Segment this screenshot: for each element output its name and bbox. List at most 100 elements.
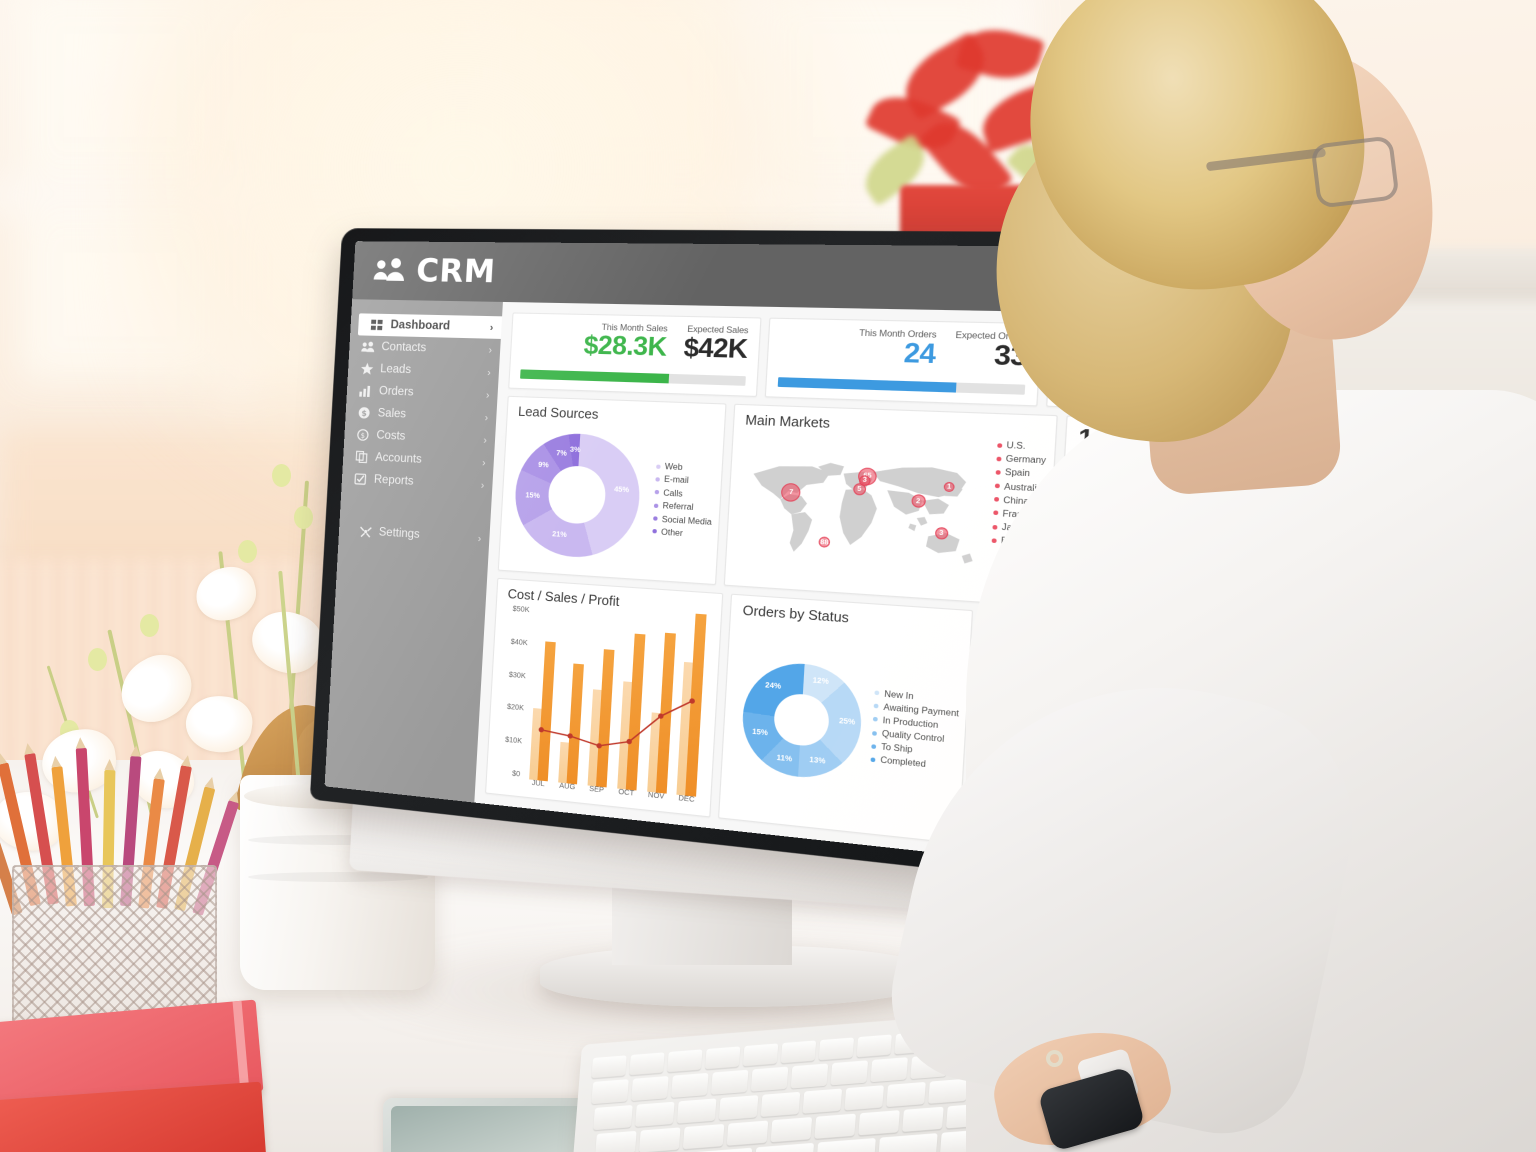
keyboard-key[interactable] [693,1148,753,1152]
keyboard-key[interactable] [791,1064,829,1089]
keyboard-key[interactable] [639,1127,681,1152]
keyboard-key[interactable] [771,1117,813,1142]
phone-screen [391,1106,605,1152]
map-marker[interactable]: 7 [781,482,801,501]
bar-chart-icon [358,384,372,398]
sidebar-item-label: Contacts [381,341,426,354]
x-tick-label: AUG [555,782,579,798]
slice-label: 9% [538,462,549,470]
person-using-computer [846,0,1536,1152]
sidebar: Dashboard › Contacts › Leads › Orders › … [325,299,503,802]
legend-item[interactable]: Social Media [653,514,712,527]
keyboard-key[interactable] [667,1049,702,1072]
legend-item[interactable]: E-mail [655,474,714,486]
keyboard-key[interactable] [803,1088,843,1113]
sidebar-item-label: Reports [374,474,414,488]
lead-sources-donut[interactable]: 45% 21% 15% 9% 7% 3% [512,431,643,560]
people-group-icon [372,257,407,284]
legend-color-dot [655,477,660,481]
legend-item[interactable]: Calls [654,488,713,501]
keyboard-key[interactable] [591,1079,629,1104]
profit-line [524,607,712,799]
y-tick-label: $10K [495,736,522,746]
legend-item[interactable]: Referral [654,501,713,514]
kpi-card-sales[interactable]: This Month Sales $28.3K Expected Sales $… [508,312,761,397]
kpi-value: $42K [683,334,748,363]
x-tick-label: JUL [526,779,549,795]
keyboard-key[interactable] [719,1095,759,1120]
grid-icon [370,318,384,331]
glasses-lens [1310,135,1399,209]
svg-text:$: $ [360,431,365,439]
legend-color-dot [654,503,659,507]
chevron-right-icon: › [486,389,490,400]
keyboard-key[interactable] [677,1098,717,1123]
keyboard-key[interactable] [727,1120,769,1145]
slice-label: 11% [776,754,792,763]
sales-progress-bar [520,369,746,385]
legend-color-dot [653,516,658,520]
keyboard-key[interactable] [683,1124,725,1149]
keyboard-key[interactable] [635,1102,675,1127]
panel-lead-sources: Lead Sources 45% 21% 15% 9% 7% 3% Web E-mail Ca… [498,396,727,585]
legend-label: Other [661,527,683,538]
slice-label: 24% [765,682,781,691]
x-tick-label: SEP [584,785,608,801]
map-marker[interactable]: 88 [818,536,830,548]
y-tick-label: $40K [501,638,528,647]
legend-color-dot [656,464,661,468]
sidebar-item-label: Leads [380,363,411,376]
y-tick-label: $50K [503,605,530,614]
legend-label: E-mail [664,475,689,486]
keyboard-key[interactable] [781,1040,816,1063]
legend-label: Social Media [662,514,712,526]
chevron-right-icon: › [482,457,486,468]
pot-ring [248,872,428,882]
slice-label: 7% [556,450,567,458]
dollar-circle-icon: $ [357,406,371,420]
keyboard-key[interactable] [705,1046,740,1069]
panel-cost-sales-profit: Cost / Sales / Profit $50K $40K $30K $20K $1… [485,578,724,818]
expected-sales: Expected Sales $42K [683,324,749,363]
sidebar-item-label: Sales [377,407,406,420]
chevron-right-icon: › [487,367,491,378]
keyboard-key[interactable] [743,1043,778,1066]
keyboard-key[interactable] [631,1076,669,1101]
kpi-value: $28.3K [583,332,667,361]
sidebar-item-label: Accounts [375,452,422,466]
legend-label: Referral [662,501,693,512]
legend-item[interactable]: Other [652,527,711,540]
keyboard-key[interactable] [755,1143,815,1152]
slice-label: 12% [812,677,828,686]
slice-label: 3% [570,447,581,455]
slice-label: 15% [525,493,540,501]
slice-label: 21% [552,531,567,539]
svg-text:$: $ [361,409,367,418]
x-tick-label: DEC [674,794,699,810]
keyboard-key[interactable] [593,1105,633,1130]
keyboard-key[interactable] [751,1067,789,1092]
keyboard-key[interactable] [671,1073,709,1098]
legend-label: Calls [663,488,683,499]
keyboard-key[interactable] [761,1092,801,1117]
legend-label: Web [665,462,683,472]
wrench-icon [358,525,372,539]
chevron-right-icon: › [484,412,488,423]
y-tick-label: $20K [497,703,524,713]
keyboard-key[interactable] [591,1055,626,1078]
keyboard-key[interactable] [595,1131,637,1152]
star-icon [359,362,373,375]
slice-label: 15% [752,729,768,738]
legend-item[interactable]: Web [656,461,715,473]
legend-color-dot [652,529,657,533]
sidebar-item-label: Dashboard [390,319,450,333]
app-title: CRM [415,253,496,291]
csp-plot[interactable]: JUL AUG SEP OCT NOV DEC [523,607,712,811]
keyboard-key[interactable] [711,1070,749,1095]
contacts-icon [361,340,375,353]
keyboard-key[interactable] [629,1052,664,1075]
y-tick-label: $30K [499,670,526,679]
sidebar-item-label: Settings [378,526,420,541]
coin-icon: $ [356,428,370,442]
y-tick-label: $0 [493,768,520,778]
